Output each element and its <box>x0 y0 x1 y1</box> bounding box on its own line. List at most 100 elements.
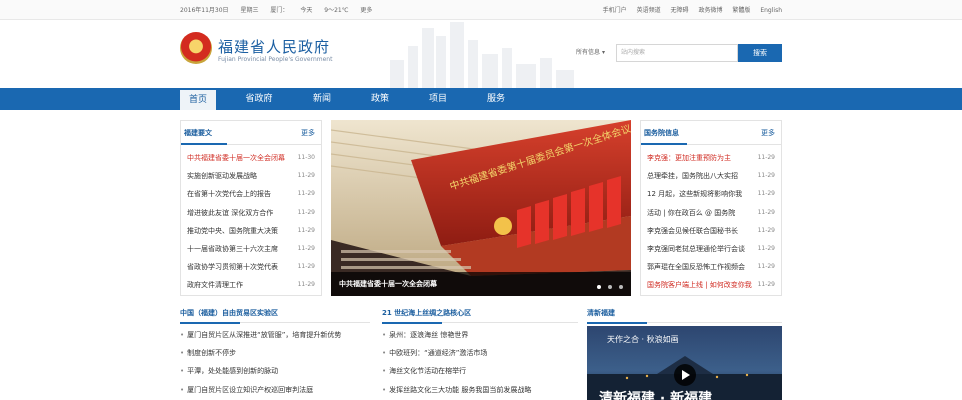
weather-more-link[interactable]: 更多 <box>360 7 372 14</box>
list-item[interactable]: 12 月起，这些新规将影响你我 11-29 <box>647 185 775 203</box>
list-item-title[interactable]: 国务院客户端上线 | 如何改变你我 <box>647 276 755 294</box>
list-item[interactable]: 实施创新驱动发展战略 11-29 <box>187 167 315 185</box>
accessibility-link[interactable]: 无障碍 <box>671 7 689 14</box>
list-item-title[interactable]: 总理牵挂，国务院出八大实招 <box>647 167 755 185</box>
video-title: 天作之合 · 秋浪如画 <box>607 335 679 344</box>
list-item[interactable]: 制度创新不停步 <box>180 344 341 362</box>
section-rule <box>180 322 370 324</box>
panel-header: 国务院信息 更多 <box>641 121 781 145</box>
nav-home[interactable]: 首页 <box>180 88 216 110</box>
list-item[interactable]: 李克强会见候任联合国秘书长 11-29 <box>647 222 775 240</box>
list-item-date: 11-29 <box>297 244 315 252</box>
list-item[interactable]: 厦门自贸片区从深推进“放管服”，培育提升新优势 <box>180 326 341 344</box>
ftz-section: 中国（福建）自由贸易区实验区 厦门自贸片区从深推进“放管服”，培育提升新优势制度… <box>180 308 370 394</box>
fujian-news-panel: 福建要文 更多 中共福建省委十届一次全会闭幕 11-30 实施创新驱动发展战略 11-… <box>180 120 322 296</box>
list-item[interactable]: 活动 | 你在政百么 @ 国务院 11-29 <box>647 204 775 222</box>
list-item[interactable]: 在省第十次党代会上的报告 11-29 <box>187 185 315 203</box>
panel-title: 国务院信息 <box>644 129 679 137</box>
list-item[interactable]: 平潭，处处能感到创新的脉动 <box>180 362 341 380</box>
list-item-title[interactable]: 李克强：更加注重预防为主 <box>647 149 755 167</box>
list-item-title[interactable]: 十一届省政协第三十六次主席 <box>187 240 295 258</box>
list-item[interactable]: 十一届省政协第三十六次主席 11-29 <box>187 240 315 258</box>
nav-projects[interactable]: 项目 <box>418 88 458 110</box>
weather-label: 今天 <box>300 7 313 14</box>
list-item-date: 11-29 <box>757 172 775 180</box>
state-council-panel: 国务院信息 更多 李克强：更加注重预防为主 11-29 总理牵挂，国务院出八大实招 1… <box>640 120 782 296</box>
list-item-title[interactable]: 在省第十次党代会上的报告 <box>187 185 295 203</box>
list-item-title[interactable]: 省政协学习贯彻第十次党代表 <box>187 258 295 276</box>
mobile-portal-link[interactable]: 手机门户 <box>603 7 627 14</box>
search-input[interactable]: 站内搜索 <box>616 44 738 62</box>
nav-news[interactable]: 新闻 <box>302 88 342 110</box>
list-item-date: 11-29 <box>757 190 775 198</box>
list-item-title[interactable]: 增进彼此友谊 深化双方合作 <box>187 204 295 222</box>
list-item-date: 11-29 <box>757 208 775 216</box>
current-weekday: 星期三 <box>240 7 259 14</box>
list-item-title[interactable]: 实施创新驱动发展战略 <box>187 167 295 185</box>
slide-caption[interactable]: 中共福建省委十届一次全会闭幕 <box>339 279 437 289</box>
weather-city: 厦门： <box>270 7 289 14</box>
news-list: 厦门自贸片区从深推进“放管服”，培育提升新优势制度创新不停步平潭，处处能感到创新… <box>180 326 341 399</box>
slide-dot-1[interactable] <box>597 285 602 289</box>
nav-government[interactable]: 省政府 <box>234 88 284 110</box>
list-item[interactable]: 发挥丝路文化三大功能 服务我国当前发展战略 <box>382 381 531 399</box>
list-item-title[interactable]: 李克强同老挝总理通伦举行会谈 <box>647 240 755 258</box>
list-item[interactable]: 中共福建省委十届一次全会闭幕 11-30 <box>187 149 315 167</box>
news-slideshow[interactable]: 中共福建省委第十届委员会第一次全体会议 中共福建省委十届一次全会闭幕 <box>331 120 631 296</box>
list-item-title[interactable]: 活动 | 你在政百么 @ 国务院 <box>647 204 755 222</box>
search-button[interactable]: 搜索 <box>738 44 782 62</box>
slide-dot-3[interactable] <box>619 285 623 289</box>
nav-policy[interactable]: 政策 <box>360 88 400 110</box>
list-item-title[interactable]: 推动党中央、国务院重大决策 <box>187 222 295 240</box>
current-date: 2016年11月30日 <box>180 7 229 14</box>
english-channel-link[interactable]: 英语频道 <box>637 7 661 14</box>
list-item-date: 11-29 <box>297 263 315 271</box>
list-item-date: 11-29 <box>297 281 315 289</box>
list-item-title[interactable]: 12 月起，这些新规将影响你我 <box>647 185 755 203</box>
city-skyline-illustration <box>390 22 574 88</box>
list-item[interactable]: 总理牵挂，国务院出八大实招 11-29 <box>647 167 775 185</box>
list-item-date: 11-29 <box>757 263 775 271</box>
weibo-link[interactable]: 政务微博 <box>698 7 722 14</box>
list-item-title[interactable]: 李克强会见候任联合国秘书长 <box>647 222 755 240</box>
more-link[interactable]: 更多 <box>761 128 775 138</box>
list-item[interactable]: 政府文件清理工作 11-29 <box>187 276 315 294</box>
traditional-chinese-link[interactable]: 繁體版 <box>732 7 750 14</box>
slide-caption-bar: 中共福建省委十届一次全会闭幕 <box>331 272 631 296</box>
list-item[interactable]: 中欧班列：“通道经济”激活市场 <box>382 344 531 362</box>
section-rule <box>587 322 782 324</box>
list-item-title[interactable]: 政府文件清理工作 <box>187 276 295 294</box>
play-icon[interactable] <box>674 364 696 386</box>
more-link[interactable]: 更多 <box>301 128 315 138</box>
list-item-date: 11-29 <box>757 226 775 234</box>
clean-fujian-section: 清新福建 <box>587 308 782 324</box>
list-item-title[interactable]: 郭声琨在全国反恐怖工作视频会 <box>647 258 755 276</box>
list-item-title[interactable]: 中共福建省委十届一次全会闭幕 <box>187 149 295 167</box>
list-item[interactable]: 推动党中央、国务院重大决策 11-29 <box>187 222 315 240</box>
list-item[interactable]: 海丝文化节活动在榕举行 <box>382 362 531 380</box>
slide-dot-2[interactable] <box>608 285 613 289</box>
national-emblem-icon <box>180 32 212 64</box>
list-item[interactable]: 泉州：逐浪海丝 惊艳世界 <box>382 326 531 344</box>
list-item[interactable]: 增进彼此友谊 深化双方合作 11-29 <box>187 204 315 222</box>
nav-services[interactable]: 服务 <box>476 88 516 110</box>
list-item[interactable]: 李克强同老挝总理通伦举行会谈 11-29 <box>647 240 775 258</box>
list-item[interactable]: 国务院客户端上线 | 如何改变你我 11-29 <box>647 276 775 294</box>
promo-video[interactable]: 天作之合 · 秋浪如画 清新福建 · 新福建 <box>587 326 782 400</box>
list-item[interactable]: 省政协学习贯彻第十次党代表 11-29 <box>187 258 315 276</box>
top-bar: 2016年11月30日 星期三 厦门： 今天 9～21℃ 更多 手机门户 英语频… <box>0 0 962 20</box>
list-item-date: 11-29 <box>297 208 315 216</box>
list-item[interactable]: 厦门自贸片区设立知识产权巡回审判法庭 <box>180 381 341 399</box>
search-scope-select[interactable]: 所有信息 <box>576 44 614 62</box>
silk-road-section: 21 世纪海上丝绸之路核心区 泉州：逐浪海丝 惊艳世界中欧班列：“通道经济”激活… <box>382 308 578 394</box>
slide-image: 中共福建省委第十届委员会第一次全体会议 <box>331 120 631 296</box>
list-item[interactable]: 郭声琨在全国反恐怖工作视频会 11-29 <box>647 258 775 276</box>
list-item-date: 11-29 <box>297 172 315 180</box>
site-title[interactable]: 福建省人民政府 <box>218 36 330 57</box>
list-item-date: 11-29 <box>757 154 775 161</box>
panel-title: 福建要文 <box>184 129 212 137</box>
site-subtitle: Fujian Provincial People's Government <box>218 56 333 63</box>
list-item[interactable]: 李克强：更加注重预防为主 11-29 <box>647 149 775 167</box>
panel-header: 福建要文 更多 <box>181 121 321 145</box>
english-link[interactable]: English <box>760 7 782 14</box>
